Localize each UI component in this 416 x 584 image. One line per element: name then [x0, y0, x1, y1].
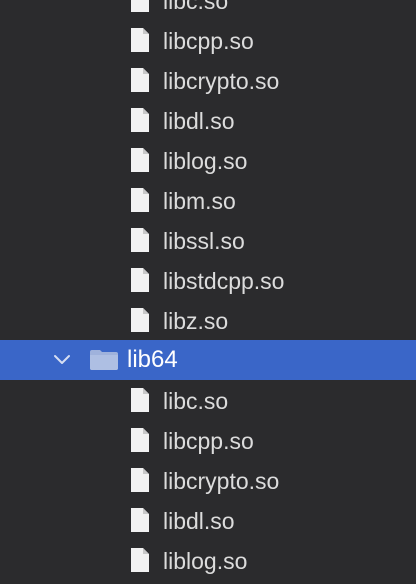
file-icon [131, 428, 149, 452]
folder-icon [90, 350, 118, 370]
file-icon [131, 548, 149, 572]
tree-item-libdl[interactable]: libdl.so [0, 501, 416, 541]
tree-item-label: libc.so [163, 0, 229, 14]
tree-item-libm[interactable]: libm.so [0, 181, 416, 221]
tree-item-libcpp[interactable]: libcpp.so [0, 421, 416, 461]
tree-folder-lib64[interactable]: lib64 [0, 340, 416, 380]
file-tree: libc.so libcpp.so libcrypto.so libdl.so … [0, 0, 416, 584]
tree-item-liblog[interactable]: liblog.so [0, 141, 416, 181]
tree-item-label: libm.so [163, 188, 236, 214]
tree-item-label: libcrypto.so [163, 468, 280, 494]
tree-item-libc[interactable]: libc.so [0, 0, 416, 21]
tree-item-label: libcpp.so [163, 28, 254, 54]
tree-folder-label: lib64 [127, 346, 178, 373]
file-icon [131, 228, 149, 252]
tree-item-label: liblog.so [163, 148, 248, 174]
file-icon [131, 388, 149, 412]
file-icon [131, 188, 149, 212]
tree-item-label: libcrypto.so [163, 68, 280, 94]
tree-item-libcpp[interactable]: libcpp.so [0, 21, 416, 61]
tree-item-label: libc.so [163, 388, 229, 414]
tree-item-label: libssl.so [163, 228, 245, 254]
tree-item-label: libz.so [163, 308, 229, 334]
file-icon [131, 268, 149, 292]
tree-item-libcrypto[interactable]: libcrypto.so [0, 61, 416, 101]
file-icon [131, 148, 149, 172]
tree-item-liblog[interactable]: liblog.so [0, 541, 416, 581]
file-icon [131, 508, 149, 532]
file-icon [131, 0, 149, 12]
tree-item-label: libdl.so [163, 508, 235, 534]
file-icon [131, 108, 149, 132]
tree-item-libdl[interactable]: libdl.so [0, 101, 416, 141]
file-icon [131, 68, 149, 92]
tree-item-libssl[interactable]: libssl.so [0, 221, 416, 261]
chevron-down-icon[interactable] [52, 352, 72, 368]
tree-item-libcrypto[interactable]: libcrypto.so [0, 461, 416, 501]
file-icon [131, 28, 149, 52]
file-icon [131, 468, 149, 492]
tree-item-label: libdl.so [163, 108, 235, 134]
tree-item-label: libstdcpp.so [163, 268, 285, 294]
tree-item-label: liblog.so [163, 548, 248, 574]
tree-item-label: libcpp.so [163, 428, 254, 454]
tree-item-libc[interactable]: libc.so [0, 381, 416, 421]
file-icon [131, 308, 149, 332]
tree-item-libstdcpp[interactable]: libstdcpp.so [0, 261, 416, 301]
tree-item-libz[interactable]: libz.so [0, 301, 416, 341]
